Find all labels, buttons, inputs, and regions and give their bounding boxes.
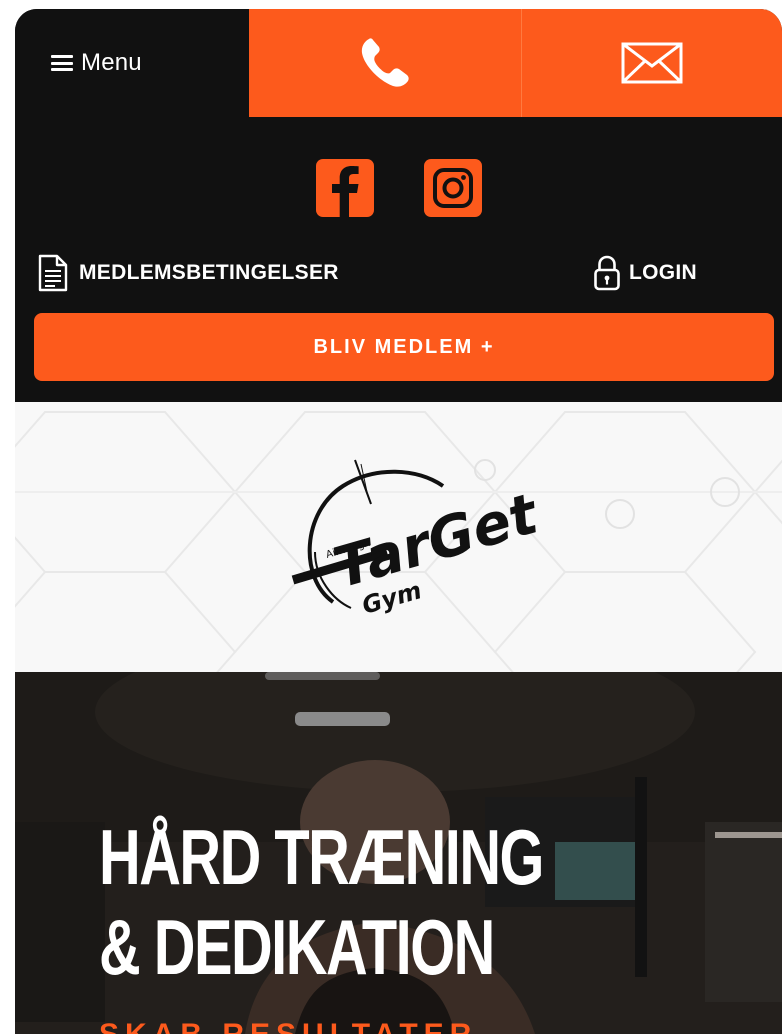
utility-links: MEDLEMSBETINGELSER LOGIN bbox=[15, 254, 782, 294]
menu-button[interactable]: Menu bbox=[15, 9, 249, 117]
login-label: LOGIN bbox=[629, 261, 697, 284]
hero-title: HÅRD TRÆNING & DEDIKATION bbox=[99, 812, 544, 992]
mail-button[interactable] bbox=[522, 9, 782, 117]
hamburger-icon bbox=[51, 55, 73, 71]
hero-title-line-1: HÅRD TRÆNING bbox=[99, 813, 544, 901]
document-icon bbox=[38, 254, 68, 292]
logo-section: TarGet Aim High Gym bbox=[15, 402, 782, 672]
phone-icon bbox=[361, 38, 409, 87]
hero-section: HÅRD TRÆNING & DEDIKATION SKAB RESULTATE… bbox=[15, 672, 782, 1034]
page-frame: Menu MEDLEMSBETINGELSER LOGIN BLIV MEDLE… bbox=[15, 9, 782, 1034]
facebook-icon[interactable] bbox=[315, 159, 374, 217]
menu-label: Menu bbox=[81, 49, 142, 76]
terms-link[interactable]: MEDLEMSBETINGELSER bbox=[37, 254, 339, 292]
instagram-icon[interactable] bbox=[423, 159, 482, 217]
terms-label: MEDLEMSBETINGELSER bbox=[79, 261, 339, 284]
phone-button[interactable] bbox=[249, 9, 522, 117]
become-member-label: BLIV MEDLEM + bbox=[313, 335, 495, 358]
become-member-button[interactable]: BLIV MEDLEM + bbox=[34, 313, 774, 381]
mail-icon bbox=[621, 42, 683, 84]
lock-icon bbox=[594, 255, 620, 291]
social-links bbox=[15, 159, 782, 217]
top-bar: Menu bbox=[15, 9, 782, 117]
login-link[interactable]: LOGIN bbox=[593, 254, 697, 292]
hero-subtitle: SKAB RESULTATER bbox=[99, 1018, 477, 1034]
targetgym-logo: TarGet Aim High Gym bbox=[291, 459, 547, 620]
hero-title-line-2: & DEDIKATION bbox=[99, 903, 495, 991]
